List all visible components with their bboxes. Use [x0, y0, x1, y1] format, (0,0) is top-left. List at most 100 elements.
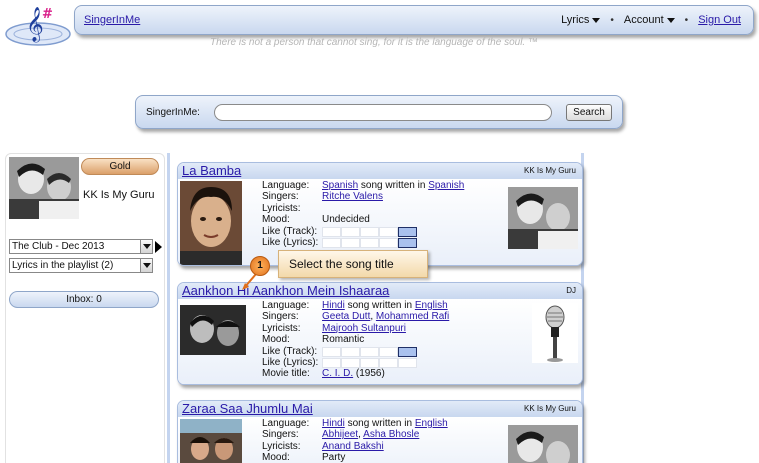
written-in-text: song written in: [347, 300, 413, 311]
language-label: Language:: [262, 418, 310, 429]
movie-link[interactable]: C. I. D.: [322, 368, 353, 379]
search-bar: SingerInMe: Search: [135, 95, 623, 129]
svg-text:#: #: [42, 7, 53, 22]
sign-out-link[interactable]: Sign Out: [698, 14, 741, 26]
chevron-down-icon: [140, 259, 152, 272]
movie-still: [180, 419, 242, 463]
owner-thumbnail: [508, 187, 578, 249]
singers-label: Singers:: [262, 311, 299, 323]
song-card-header: La Bamba KK Is My Guru: [178, 163, 582, 179]
written-in-text: song written in: [347, 418, 413, 429]
song-title-link[interactable]: Zaraa Saa Jhumlu Mai: [182, 401, 313, 416]
song-card: Aankhon Hi Aankhon Mein Ishaaraa DJ Lang…: [177, 282, 583, 385]
song-title-link[interactable]: La Bamba: [182, 163, 241, 178]
search-label: SingerInMe:: [146, 107, 200, 118]
like-track-rating[interactable]: [322, 226, 417, 237]
lyricists-label: Lyricists:: [262, 322, 301, 334]
search-input[interactable]: [214, 104, 552, 121]
membership-badge: Gold: [81, 158, 159, 175]
language-label: Language:: [262, 300, 310, 311]
singers-label: Singers:: [262, 429, 299, 441]
mood-value: Undecided: [322, 214, 370, 226]
language-link[interactable]: Hindi: [322, 300, 345, 311]
callout-pointer-icon: [242, 274, 257, 290]
chevron-down-icon: [592, 17, 601, 23]
brand-link[interactable]: SingerInMe: [84, 14, 140, 26]
song-details: Language: Spanish song written in Spanish…: [262, 180, 464, 260]
separator-dot: •: [684, 14, 689, 26]
movie-year: (1956): [355, 368, 385, 380]
search-button[interactable]: Search: [566, 104, 612, 121]
singer-link[interactable]: Mohammed Rafi: [376, 311, 449, 322]
lyricists-label: Lyricists:: [262, 440, 301, 452]
like-track-rating[interactable]: [322, 346, 417, 357]
mood-label: Mood:: [262, 452, 290, 463]
written-in-link[interactable]: Spanish: [428, 180, 464, 191]
song-owner: KK Is My Guru: [523, 404, 576, 413]
like-lyrics-label: Like (Lyrics):: [262, 356, 319, 368]
movie-still: [180, 305, 246, 355]
lyrics-select[interactable]: Lyrics in the playlist (2): [9, 258, 153, 273]
mood-value: Romantic: [322, 334, 365, 346]
mood-value: Party: [322, 452, 346, 463]
singer-link[interactable]: Geeta Dutt: [322, 311, 370, 322]
profile-sidebar: Gold KK Is My Guru The Club - Dec 2013 L…: [5, 153, 165, 463]
site-logo[interactable]: 𝄞 #: [4, 4, 72, 46]
mood-label: Mood:: [262, 334, 290, 346]
lyrics-menu-label: Lyrics: [561, 14, 590, 26]
page: 𝄞 # SingerInMe Lyrics • Account • Sign O…: [0, 0, 759, 463]
song-details: Language: Hindi song written in English S…: [262, 300, 450, 380]
tagline: There is not a person that cannot sing, …: [210, 37, 538, 48]
step-number-badge: 1: [250, 256, 270, 276]
inbox-button[interactable]: Inbox: 0: [9, 291, 159, 308]
account-menu[interactable]: Account: [624, 14, 675, 26]
top-nav-right: Lyrics • Account • Sign Out: [561, 14, 741, 26]
written-in-link[interactable]: English: [415, 300, 448, 311]
mood-label: Mood:: [262, 214, 290, 226]
pointer-arrow-icon: [155, 241, 162, 253]
like-track-label: Like (Track):: [262, 345, 318, 357]
avatar[interactable]: [9, 157, 79, 219]
language-link[interactable]: Hindi: [322, 418, 345, 429]
chevron-down-icon: [140, 240, 152, 253]
song-title-link[interactable]: Aankhon Hi Aankhon Mein Ishaaraa: [182, 283, 389, 298]
playlist-select-value: The Club - Dec 2013: [12, 241, 105, 252]
language-label: Language:: [262, 180, 310, 191]
callout-text: Select the song title: [278, 250, 428, 278]
like-track-label: Like (Track):: [262, 225, 318, 237]
song-owner: DJ: [566, 286, 576, 295]
singer-photo: [180, 181, 242, 265]
separator-dot: •: [610, 14, 614, 26]
song-card-body: Language: Hindi song written in English S…: [178, 299, 582, 384]
language-link[interactable]: Spanish: [322, 180, 358, 191]
lyrics-menu[interactable]: Lyrics: [561, 14, 601, 26]
account-menu-label: Account: [623, 14, 664, 26]
song-owner: KK Is My Guru: [523, 166, 576, 175]
lyricist-link[interactable]: Majrooh Sultanpuri: [322, 323, 406, 334]
tutorial-callout: 1 Select the song title: [242, 250, 432, 290]
singers-label: Singers:: [262, 191, 299, 203]
like-lyrics-rating[interactable]: [322, 357, 417, 368]
song-details: Language: Hindi song written in English S…: [262, 418, 448, 463]
profile-name: KK Is My Guru: [83, 189, 155, 201]
top-nav-bar: SingerInMe Lyrics • Account • Sign Out: [74, 5, 754, 35]
singer-link[interactable]: Ritche Valens: [322, 191, 383, 202]
microphone-icon: [532, 303, 578, 363]
written-in-link[interactable]: English: [415, 418, 448, 429]
song-card-body: Language: Hindi song written in English S…: [178, 417, 582, 463]
song-list: La Bamba KK Is My Guru Language: Spanish…: [167, 153, 584, 463]
owner-thumbnail: [508, 425, 578, 463]
movie-title-label: Movie title:: [262, 368, 310, 380]
like-lyrics-rating[interactable]: [322, 237, 417, 248]
like-lyrics-label: Like (Lyrics):: [262, 236, 319, 248]
song-card-header: Zaraa Saa Jhumlu Mai KK Is My Guru: [178, 401, 582, 417]
lyricists-label: Lyricists:: [262, 202, 301, 214]
written-in-text: song written in: [360, 180, 426, 191]
singer-link[interactable]: Asha Bhosle: [363, 429, 419, 440]
song-card: Zaraa Saa Jhumlu Mai KK Is My Guru Langu…: [177, 400, 583, 463]
song-card-header: Aankhon Hi Aankhon Mein Ishaaraa DJ: [178, 283, 582, 299]
singer-link[interactable]: Abhijeet: [322, 429, 358, 440]
playlist-select[interactable]: The Club - Dec 2013: [9, 239, 153, 254]
lyricist-link[interactable]: Anand Bakshi: [322, 441, 384, 452]
chevron-down-icon: [666, 17, 675, 23]
